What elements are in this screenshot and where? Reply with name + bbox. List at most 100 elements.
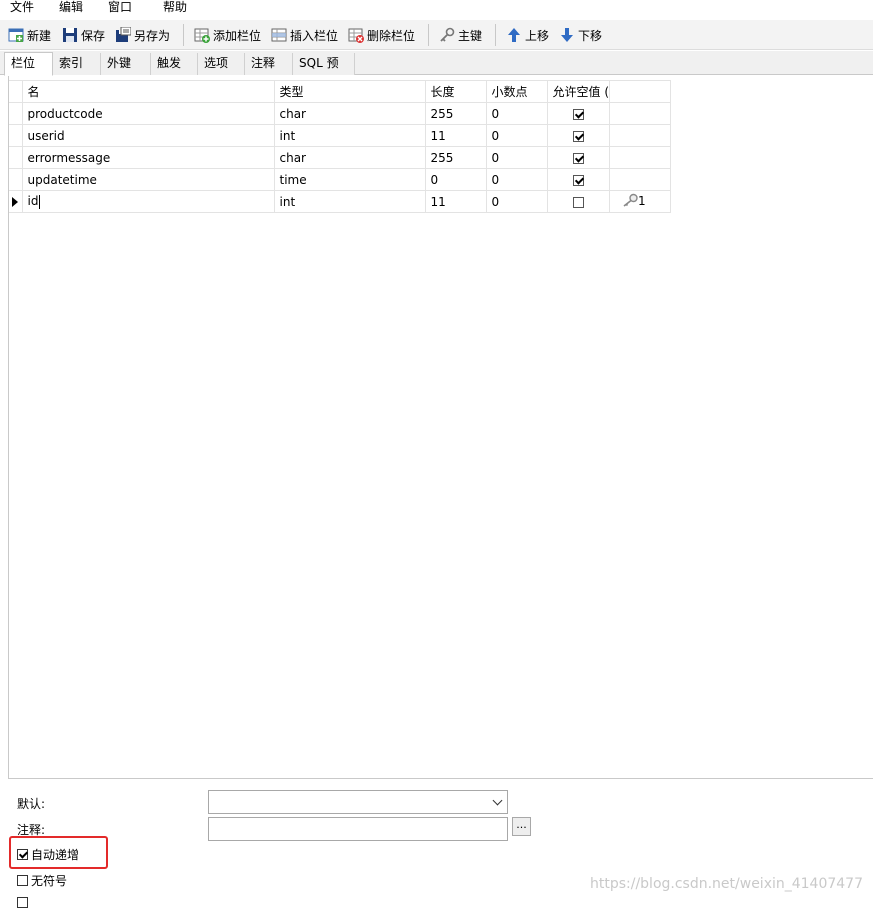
column-header-decimals[interactable]: 小数点 (485, 80, 548, 103)
field-length-cell[interactable]: 255 (424, 146, 487, 169)
field-decimals-cell[interactable]: 0 (485, 168, 548, 191)
field-nullable-cell[interactable] (546, 102, 610, 125)
add-column-button[interactable]: 添加栏位 (194, 25, 261, 45)
row-marker (9, 124, 23, 147)
field-decimals-cell[interactable]: 0 (485, 190, 548, 213)
toolbar-separator (428, 24, 429, 46)
column-header-length[interactable]: 长度 (424, 80, 487, 103)
move-down-label: 下移 (578, 28, 603, 43)
tab-comment[interactable]: 注释 (245, 53, 293, 75)
row-marker (9, 190, 23, 213)
menu-bar: 文件 编辑 窗口 帮助 (0, 0, 873, 20)
field-length-cell[interactable]: 0 (424, 168, 487, 191)
field-length-cell[interactable]: 11 (424, 124, 487, 147)
field-length-cell[interactable]: 255 (424, 102, 487, 125)
columns-grid: 名 类型 长度 小数点 允许空值 ( productcode char 255 … (8, 76, 873, 779)
field-nullable-cell[interactable] (546, 190, 610, 213)
default-label: 默认: (17, 797, 46, 811)
default-select[interactable] (208, 790, 508, 814)
field-length-cell[interactable]: 11 (424, 190, 487, 213)
next-option[interactable] (17, 897, 31, 908)
save-label: 保存 (81, 28, 106, 43)
field-type-cell[interactable]: time (273, 168, 426, 191)
next-option-checkbox[interactable] (17, 897, 28, 908)
comment-ellipsis-button[interactable]: ... (512, 817, 531, 836)
nullable-checkbox[interactable] (572, 108, 584, 120)
primary-key-button[interactable]: 主键 (439, 25, 482, 45)
move-up-button[interactable]: 上移 (506, 25, 549, 45)
table-row[interactable]: updatetime time 0 0 (9, 168, 671, 191)
column-header-nullable[interactable]: 允许空值 ( (546, 80, 610, 103)
field-nullable-cell[interactable] (546, 124, 610, 147)
column-header-type[interactable]: 类型 (273, 80, 426, 103)
auto-increment-option[interactable]: 自动递增 (17, 846, 79, 863)
table-row-selected[interactable]: id int 11 0 1 (9, 190, 671, 213)
tab-options[interactable]: 选项 (198, 53, 245, 75)
unsigned-label: 无符号 (31, 874, 68, 888)
field-decimals-cell[interactable]: 0 (485, 102, 548, 125)
table-row[interactable]: errormessage char 255 0 (9, 146, 671, 169)
add-column-icon (194, 27, 210, 43)
table-row[interactable]: userid int 11 0 (9, 124, 671, 147)
tab-triggers[interactable]: 触发器 (151, 53, 198, 90)
primary-key-icon (622, 193, 638, 210)
tab-columns[interactable]: 栏位 (4, 52, 53, 76)
unsigned-checkbox[interactable] (17, 875, 28, 886)
save-as-label: 另存为 (134, 28, 171, 43)
primary-key-order: 1 (638, 194, 646, 208)
new-label: 新建 (27, 28, 52, 43)
column-header-key[interactable] (609, 80, 671, 103)
nullable-checkbox[interactable] (572, 174, 584, 186)
field-key-cell[interactable] (609, 146, 671, 169)
field-type-cell[interactable]: char (273, 146, 426, 169)
save-button[interactable]: 保存 (62, 25, 105, 45)
columns-table: 名 类型 长度 小数点 允许空值 ( productcode char 255 … (9, 80, 671, 213)
field-name-cell[interactable]: updatetime (21, 168, 275, 191)
row-marker (9, 102, 23, 125)
toolbar-separator (183, 24, 184, 46)
auto-increment-checkbox[interactable] (17, 849, 28, 860)
delete-column-button[interactable]: 删除栏位 (348, 25, 415, 45)
nullable-checkbox[interactable] (572, 196, 584, 208)
save-as-button[interactable]: 另存为 (115, 25, 170, 45)
menu-edit[interactable]: 编辑 (59, 0, 83, 14)
comment-input[interactable] (208, 817, 508, 841)
current-row-arrow-icon (12, 197, 18, 207)
tab-sql-preview[interactable]: SQL 预览 (293, 53, 355, 90)
table-row[interactable]: productcode char 255 0 (9, 102, 671, 125)
delete-column-icon (348, 27, 364, 43)
toolbar: 新建 保存 另存为 添加栏位 插入栏位 删除栏位 主键 上移 下移 (0, 20, 873, 50)
nullable-checkbox[interactable] (572, 152, 584, 164)
field-type-cell[interactable]: int (273, 124, 426, 147)
field-key-cell[interactable] (609, 124, 671, 147)
move-down-button[interactable]: 下移 (559, 25, 602, 45)
tab-foreign-keys[interactable]: 外键 (101, 53, 151, 75)
field-key-cell[interactable]: 1 (609, 190, 671, 213)
field-name-cell[interactable]: productcode (21, 102, 275, 125)
row-marker-header (9, 80, 23, 103)
tab-indexes[interactable]: 索引 (53, 53, 101, 75)
field-name-cell[interactable]: userid (21, 124, 275, 147)
field-key-cell[interactable] (609, 102, 671, 125)
menu-file[interactable]: 文件 (10, 0, 34, 14)
field-name-cell[interactable]: errormessage (21, 146, 275, 169)
insert-column-button[interactable]: 插入栏位 (271, 25, 338, 45)
menu-window[interactable]: 窗口 (108, 0, 132, 14)
text-caret (39, 194, 41, 209)
field-name-cell[interactable]: id (21, 190, 275, 213)
field-key-cell[interactable] (609, 168, 671, 191)
field-type-cell[interactable]: char (273, 102, 426, 125)
arrow-down-icon (559, 27, 575, 43)
field-decimals-cell[interactable]: 0 (485, 124, 548, 147)
move-up-label: 上移 (525, 28, 550, 43)
arrow-up-icon (506, 27, 522, 43)
field-decimals-cell[interactable]: 0 (485, 146, 548, 169)
field-nullable-cell[interactable] (546, 168, 610, 191)
field-nullable-cell[interactable] (546, 146, 610, 169)
menu-help[interactable]: 帮助 (163, 0, 187, 14)
new-button[interactable]: 新建 (8, 25, 51, 45)
column-header-name[interactable]: 名 (21, 80, 275, 103)
nullable-checkbox[interactable] (572, 130, 584, 142)
unsigned-option[interactable]: 无符号 (17, 872, 67, 889)
field-type-cell[interactable]: int (273, 190, 426, 213)
